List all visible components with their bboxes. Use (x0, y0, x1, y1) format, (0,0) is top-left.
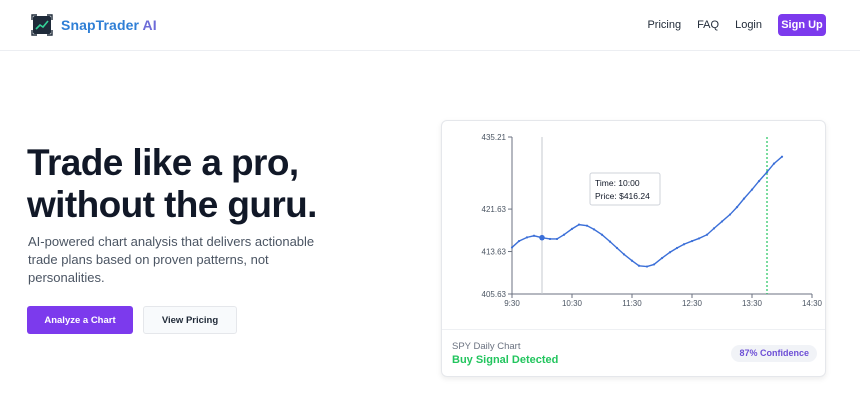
nav-link-faq[interactable]: FAQ (697, 19, 719, 31)
nav-links: Pricing FAQ Login Sign Up (647, 14, 826, 36)
price-point (562, 233, 566, 236)
x-tick-label: 13:30 (742, 299, 763, 308)
hero-title-line-2: without the guru. (27, 184, 317, 225)
tooltip-price: Price: $416.24 (595, 191, 650, 201)
price-point (585, 224, 589, 227)
price-point (705, 233, 709, 236)
price-point (742, 197, 746, 200)
price-point (757, 180, 761, 183)
chart-name: SPY Daily Chart (452, 341, 521, 352)
price-point (592, 228, 596, 231)
price-point (577, 223, 581, 226)
top-navbar: SnapTrader AI Pricing FAQ Login Sign Up (0, 0, 860, 51)
nav-link-pricing[interactable]: Pricing (647, 19, 681, 31)
price-point (622, 253, 626, 256)
y-tick-label: 435.21 (482, 133, 507, 142)
price-point (720, 220, 724, 223)
price-point (645, 265, 649, 268)
price-point (637, 264, 641, 267)
chart-card: 435.21 421.63 413.63 405.63 9:30 10:30 11:30 12… (441, 120, 826, 377)
hero-subtitle: AI-powered chart analysis that delivers … (28, 234, 315, 285)
nav-link-login[interactable]: Login (735, 19, 762, 31)
x-tick-label: 14:30 (802, 299, 823, 308)
tooltip-time: Time: 10:00 (595, 178, 640, 188)
price-point (697, 237, 701, 240)
price-point (690, 239, 694, 243)
price-point (682, 243, 686, 246)
signup-button[interactable]: Sign Up (778, 14, 826, 36)
x-tick-label: 10:30 (562, 299, 583, 308)
price-point (517, 239, 521, 243)
y-tick-label: 405.63 (482, 290, 507, 299)
price-point (652, 263, 656, 266)
price-point (728, 213, 732, 216)
price-chart[interactable]: 435.21 421.63 413.63 405.639:30 10:30 11:30 12… (442, 121, 826, 329)
brand-name: SnapTrader AI (61, 17, 157, 33)
price-point (675, 246, 679, 250)
price-point (548, 237, 552, 241)
hero-title-line-1: Trade like a pro, (27, 142, 299, 183)
hero-title: Trade like a pro, without the guru. (27, 142, 407, 226)
analyze-chart-button[interactable]: Analyze a Chart (27, 306, 133, 334)
confidence-badge: 87% Confidence (731, 345, 817, 362)
price-point (570, 227, 574, 230)
x-tick-label: 9:30 (504, 299, 520, 308)
price-point (660, 256, 664, 260)
y-tick-label: 421.63 (482, 205, 507, 214)
price-point (532, 234, 536, 237)
price-point (630, 259, 634, 262)
signal-status: Buy Signal Detected (452, 354, 559, 366)
price-point (735, 206, 739, 209)
price-point (615, 246, 619, 250)
price-point (600, 233, 604, 236)
price-point (525, 236, 529, 239)
x-tick-label: 11:30 (622, 299, 642, 308)
price-point (765, 170, 769, 174)
price-point (555, 237, 559, 241)
price-point (780, 155, 784, 158)
brand[interactable]: SnapTrader AI (31, 13, 157, 37)
chart-card-footer: SPY Daily Chart Buy Signal Detected 87% … (442, 329, 825, 376)
x-tick-label: 12:30 (682, 299, 703, 308)
price-point (712, 227, 716, 230)
highlighted-price-point (539, 234, 545, 241)
price-point (750, 188, 754, 191)
view-pricing-button[interactable]: View Pricing (143, 306, 237, 334)
price-point (668, 251, 672, 254)
price-point (772, 162, 776, 165)
chart-frame-logo-icon (31, 14, 53, 36)
y-tick-label: 413.63 (482, 248, 507, 257)
price-point (510, 246, 514, 249)
price-point (608, 240, 612, 243)
